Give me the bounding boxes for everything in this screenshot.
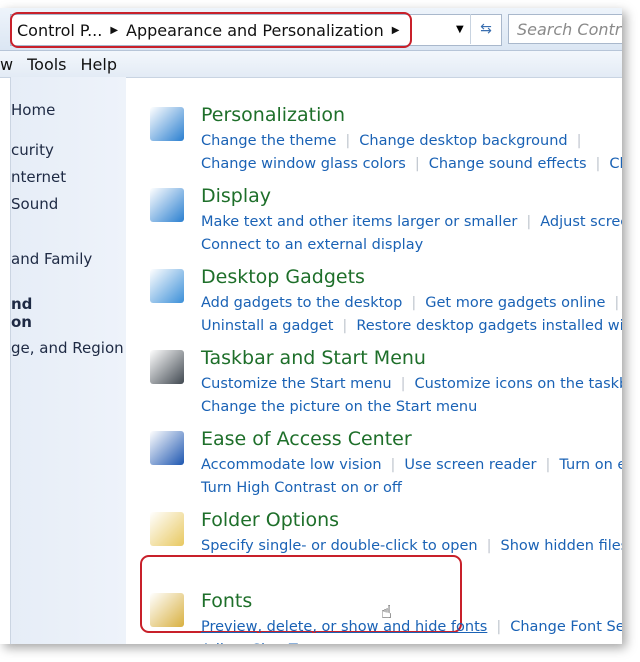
sidebar-item-region[interactable]: ge, and Region <box>11 339 124 357</box>
task-link[interactable]: Change the picture on the Start menu <box>201 399 477 415</box>
sidebar-item-appearance[interactable]: nd <box>11 295 32 313</box>
taskbar-icon[interactable] <box>150 350 184 384</box>
chevron-down-icon[interactable]: ▼ <box>456 24 464 35</box>
separator: | <box>526 214 532 230</box>
separator: | <box>486 538 492 554</box>
category-title[interactable]: Desktop Gadgets <box>201 266 365 288</box>
task-link[interactable]: Turn on easy a <box>559 457 622 473</box>
separator: | <box>345 133 351 149</box>
gadgets-icon[interactable] <box>150 269 184 303</box>
category-title[interactable]: Folder Options <box>201 509 339 531</box>
task-link[interactable]: Restore desktop gadgets installed with W… <box>356 318 622 334</box>
control-panel-window: Control P... ▶ Appearance and Personaliz… <box>0 8 622 644</box>
sidebar-item-appearance-2: on <box>11 313 32 331</box>
refresh-icon[interactable]: ⇆ <box>470 14 501 44</box>
task-link[interactable]: Change Font Settings <box>510 619 622 635</box>
task-link[interactable]: Preview, delete, or show and hide fonts <box>201 619 487 635</box>
sidebar: Home curity nternet Sound and Family nd … <box>10 77 126 644</box>
task-link[interactable]: Change sound effects <box>429 156 587 172</box>
separator: | <box>576 133 582 149</box>
task-link[interactable]: Connect to an external display <box>201 237 423 253</box>
task-link[interactable]: Change window glass colors <box>201 156 406 172</box>
task-link[interactable]: Make text and other items larger or smal… <box>201 214 517 230</box>
task-link[interactable]: Customize the Start menu <box>201 376 392 392</box>
separator: | <box>400 376 406 392</box>
task-link[interactable]: Accommodate low vision <box>201 457 382 473</box>
highlight-annotation <box>10 12 412 48</box>
task-link[interactable]: Specify single- or double-click to open <box>201 538 478 554</box>
task-link[interactable]: Change <box>609 156 622 172</box>
menu-tools[interactable]: Tools <box>27 55 66 74</box>
task-link[interactable]: Use screen reader <box>404 457 536 473</box>
category-title[interactable]: Display <box>201 185 271 207</box>
category-title[interactable]: Ease of Access Center <box>201 428 412 450</box>
ease-of-access-icon[interactable] <box>150 431 184 465</box>
hand-cursor-icon: ☝ <box>381 602 392 623</box>
search-input[interactable]: Search Contr <box>508 14 622 44</box>
category-title[interactable]: Fonts <box>201 590 252 612</box>
separator: | <box>614 295 620 311</box>
menu-help[interactable]: Help <box>81 55 117 74</box>
separator: | <box>390 457 396 473</box>
task-link[interactable]: Adjust ClearType text <box>201 642 355 645</box>
task-link[interactable]: Customize icons on the taskbar <box>414 376 622 392</box>
task-link[interactable]: Change the theme <box>201 133 336 149</box>
main-content: Personalization Change the theme | Change d… <box>126 77 622 644</box>
address-toolbar: Control P... ▶ Appearance and Personaliz… <box>0 8 622 50</box>
task-link[interactable]: Adjust screen reso <box>540 214 622 230</box>
fonts-icon[interactable] <box>150 593 184 627</box>
display-icon[interactable] <box>150 188 184 222</box>
personalization-icon[interactable] <box>150 107 184 141</box>
task-link[interactable]: Add gadgets to the desktop <box>201 295 402 311</box>
sidebar-item-home[interactable]: Home <box>11 101 55 119</box>
sidebar-item-family[interactable]: and Family <box>11 250 92 268</box>
sidebar-item-sound[interactable]: Sound <box>11 195 58 213</box>
sidebar-item-internet[interactable]: nternet <box>11 168 66 186</box>
sidebar-item-security[interactable]: curity <box>11 141 54 159</box>
category-title[interactable]: Personalization <box>201 104 345 126</box>
menu-view[interactable]: w <box>0 55 13 74</box>
separator: | <box>496 619 502 635</box>
category-title[interactable]: Taskbar and Start Menu <box>201 347 426 369</box>
task-link[interactable]: Show hidden files and <box>500 538 622 554</box>
task-link[interactable]: Get more gadgets online <box>425 295 605 311</box>
separator: | <box>342 317 348 334</box>
task-link[interactable]: Change desktop background <box>359 133 567 149</box>
separator: | <box>414 155 420 172</box>
separator: | <box>411 295 417 311</box>
menu-bar: w Tools Help <box>0 50 622 78</box>
separator: | <box>545 457 551 473</box>
folder-icon[interactable] <box>150 512 184 546</box>
task-link[interactable]: Turn High Contrast on or off <box>201 480 402 496</box>
task-link[interactable]: Uninstall a gadget <box>201 318 333 334</box>
separator: | <box>595 155 601 172</box>
